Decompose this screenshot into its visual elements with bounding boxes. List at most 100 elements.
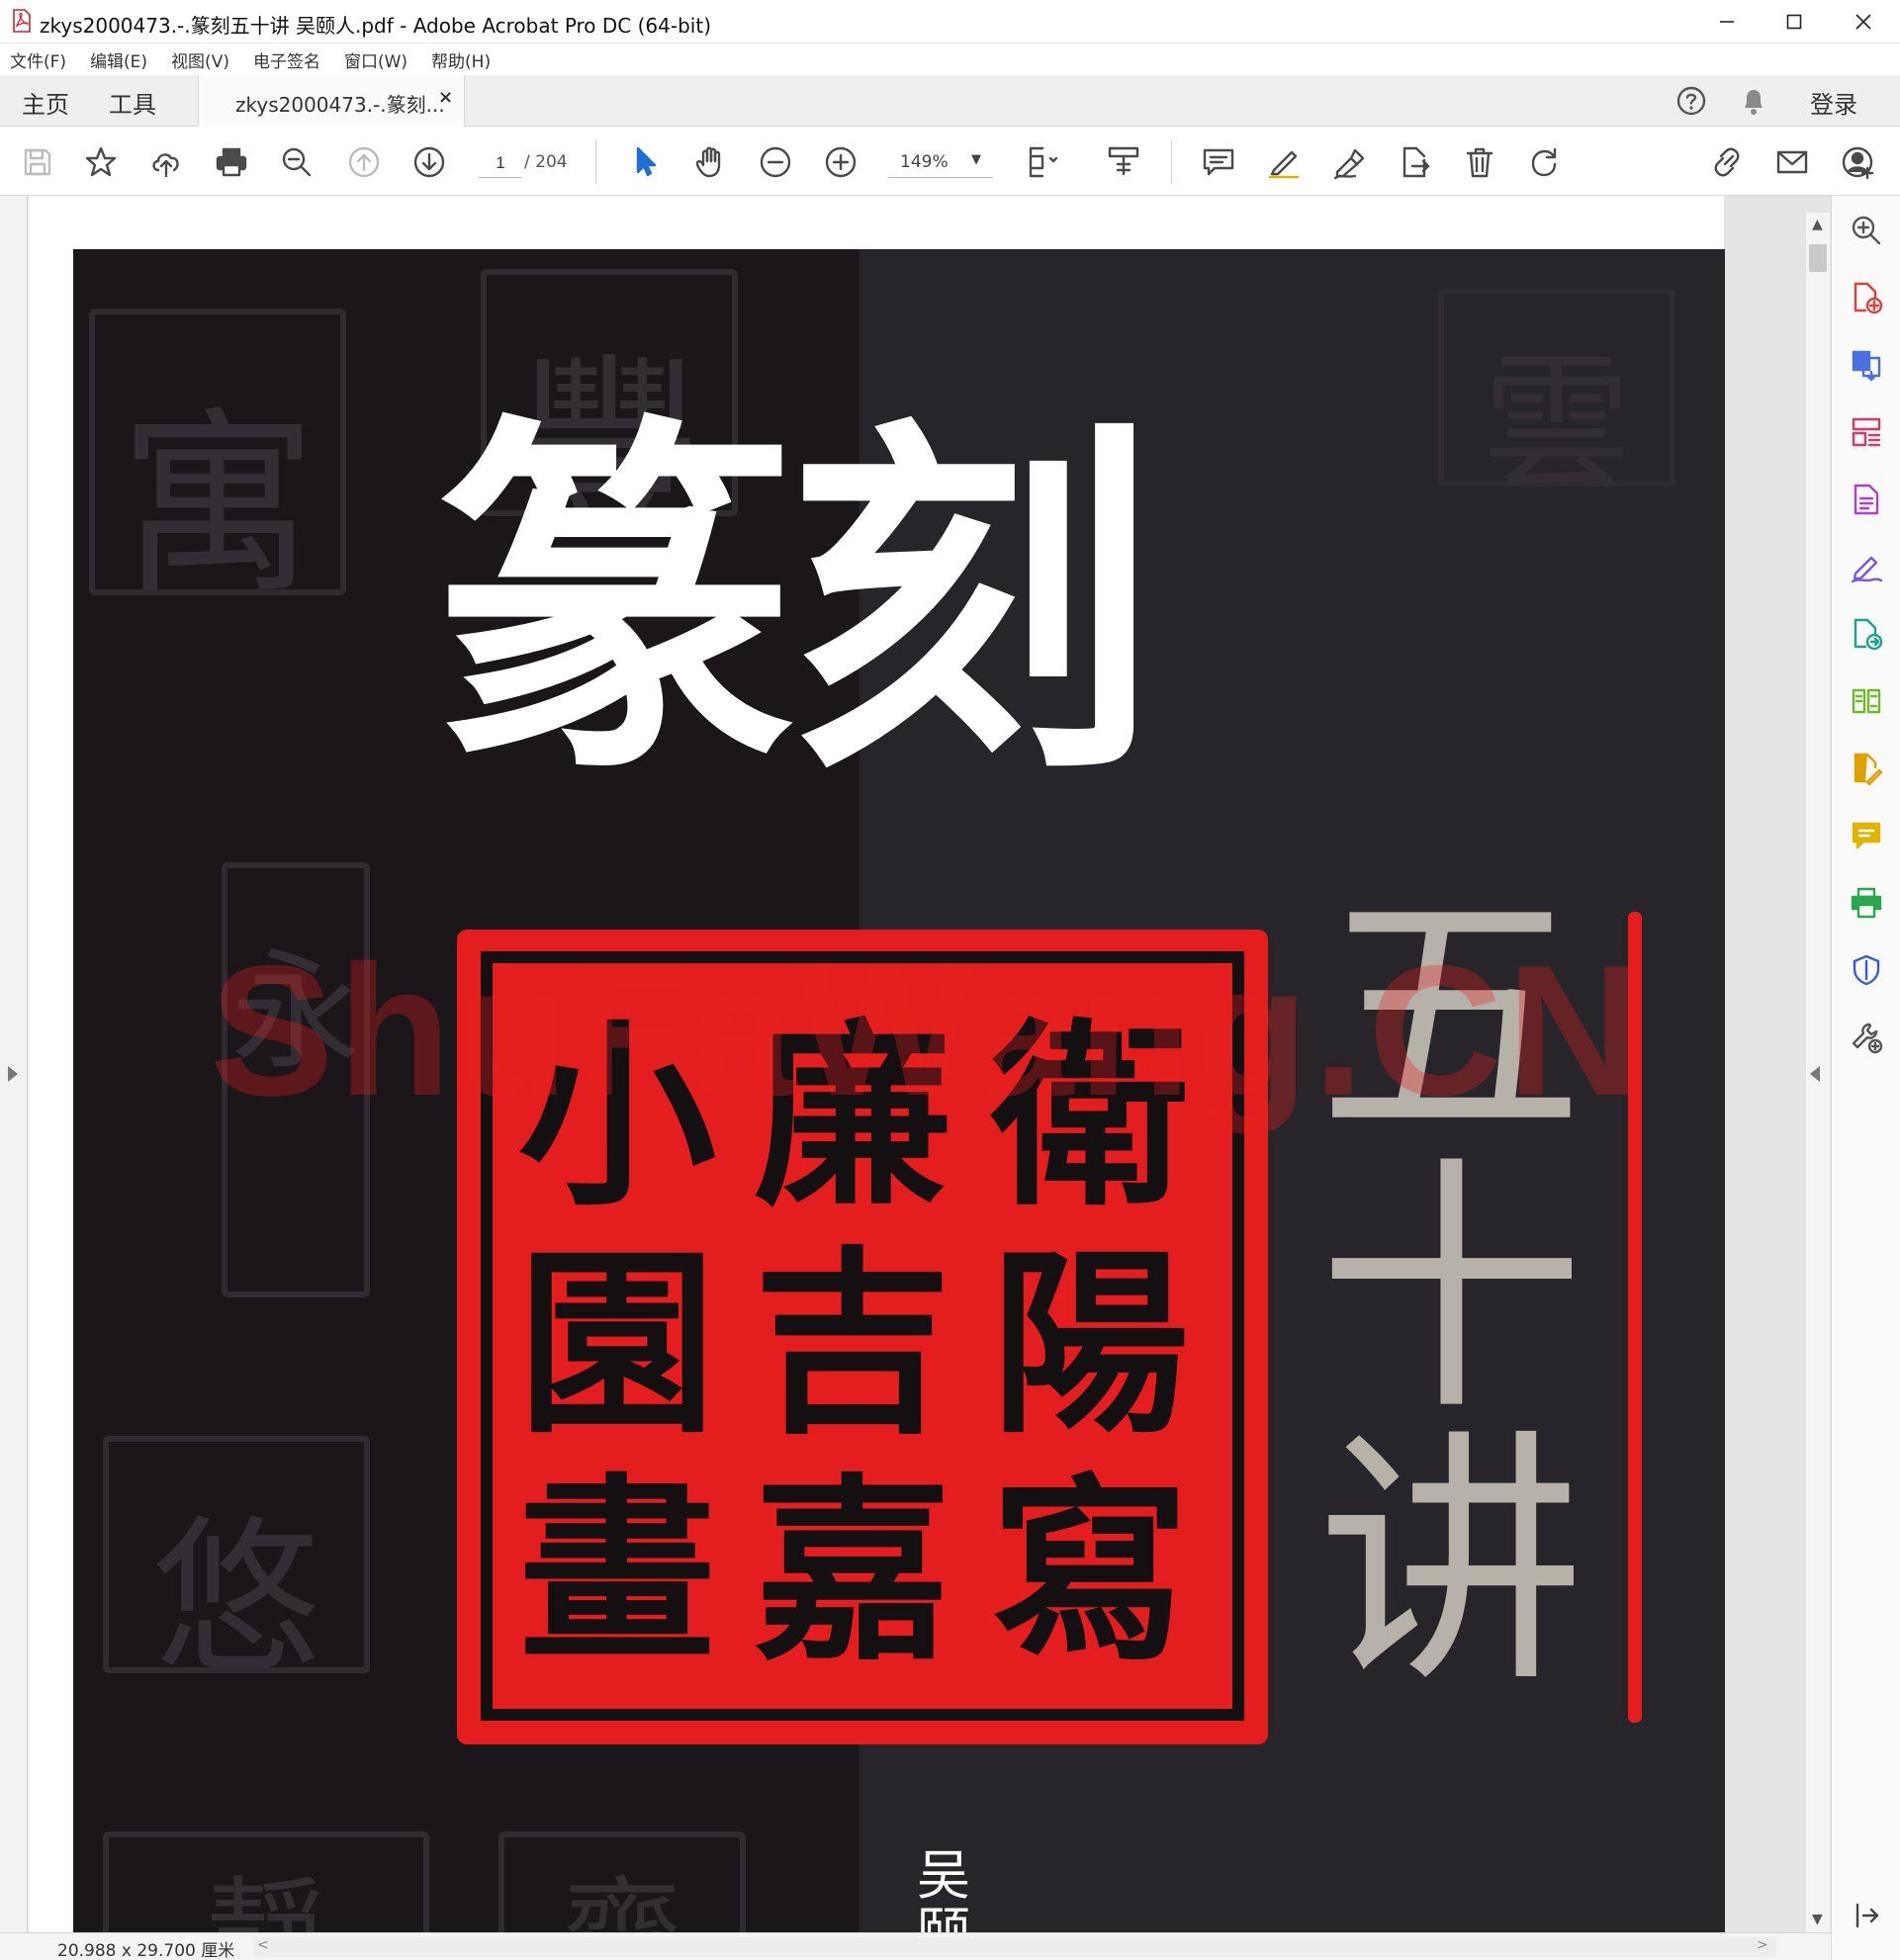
sign-button[interactable]: [1329, 142, 1369, 182]
scroll-thumb[interactable]: [1809, 244, 1827, 272]
login-link[interactable]: 登录: [1810, 85, 1857, 120]
faint-seal: 靜: [103, 1831, 429, 1932]
faint-seal-glyph: 齋: [504, 1837, 740, 1932]
minimize-button[interactable]: [1693, 0, 1761, 44]
close-tab-icon[interactable]: ×: [438, 87, 453, 108]
delete-button[interactable]: [1460, 142, 1499, 182]
tab-tools[interactable]: 工具: [109, 85, 156, 120]
save-button[interactable]: [18, 142, 57, 182]
main-toolbar: / 204 149% ▼: [0, 127, 1900, 196]
zoom-out-icon: [760, 146, 791, 178]
more-tools-icon: [1852, 1023, 1883, 1054]
tool-comment[interactable]: [1848, 817, 1885, 854]
comment-tool-icon: [1852, 822, 1881, 849]
tool-edit-pdf[interactable]: [1848, 750, 1885, 787]
cover-title: 篆刻: [431, 394, 1155, 819]
zoom-out-button[interactable]: [756, 142, 795, 182]
collapse-right-icon[interactable]: [1810, 1066, 1820, 1082]
maximize-button[interactable]: [1761, 0, 1828, 44]
previous-page-button[interactable]: [344, 142, 384, 182]
toolbar-divider: [595, 140, 596, 184]
scroll-down-icon[interactable]: ▼: [1812, 1912, 1823, 1927]
scroll-right-icon[interactable]: >: [1757, 1937, 1768, 1953]
tool-combine-files[interactable]: [1848, 346, 1885, 384]
tab-home[interactable]: 主页: [22, 85, 69, 120]
scroll-mode-button[interactable]: [1104, 142, 1143, 182]
status-bar: 20.988 x 29.700 厘米 < >: [0, 1932, 1831, 1960]
faint-seal-glyph: 雲: [1482, 339, 1631, 511]
select-tool-button[interactable]: [625, 142, 665, 182]
menu-esign[interactable]: 电子签名: [253, 47, 320, 72]
page-total: / 204: [524, 152, 568, 172]
share-link-button[interactable]: [1707, 142, 1747, 182]
page-number-input[interactable]: [479, 148, 522, 178]
scroll-left-icon[interactable]: <: [257, 1937, 269, 1953]
page-size-readout: 20.988 x 29.700 厘米: [57, 1941, 235, 1960]
tab-document[interactable]: zkys2000473.-.篆刻... ×: [198, 75, 465, 127]
next-page-button[interactable]: [409, 142, 449, 182]
highlight-button[interactable]: [1264, 142, 1304, 182]
print-button[interactable]: [212, 142, 251, 182]
close-window-button[interactable]: [1830, 0, 1897, 44]
prev-page-icon: [348, 146, 380, 178]
title-bar: zkys2000473.-.篆刻五十讲 吴颐人.pdf - Adobe Acro…: [0, 0, 1900, 44]
tool-print-production[interactable]: [1848, 884, 1885, 922]
seal-glyph: 寫: [991, 1456, 1190, 1688]
faint-seal-glyph: 靜: [109, 1837, 423, 1932]
faint-seal: 雲: [1438, 289, 1675, 511]
close-icon: [1855, 14, 1871, 30]
help-icon[interactable]: [1675, 85, 1707, 117]
zoom-select[interactable]: 149% ▼: [888, 148, 993, 178]
tool-compare-files[interactable]: [1848, 682, 1885, 720]
rotate-button[interactable]: [1525, 142, 1565, 182]
organize-pages-icon: [1852, 417, 1881, 447]
menu-edit[interactable]: 编辑(E): [90, 47, 147, 72]
tool-more-tools[interactable]: [1848, 1019, 1885, 1056]
menu-help[interactable]: 帮助(H): [431, 47, 491, 72]
tool-zoom-search[interactable]: [1848, 212, 1885, 249]
maximize-icon: [1786, 14, 1802, 30]
zoom-in-button[interactable]: [821, 142, 860, 182]
seal-glyph: 嘉: [754, 1456, 952, 1688]
left-pane-toggle[interactable]: [0, 196, 28, 1932]
toolbar-divider: [1171, 140, 1172, 184]
export-pdf-icon: [1854, 484, 1879, 515]
menu-view[interactable]: 视图(V): [171, 47, 229, 72]
watermark: ShuFaWang.CN: [210, 927, 1645, 1134]
faint-seal: 寓: [89, 309, 346, 621]
tool-fill-sign[interactable]: [1848, 548, 1885, 585]
add-user-button[interactable]: [1838, 142, 1877, 182]
find-button[interactable]: [277, 142, 317, 182]
fit-page-button[interactable]: [1021, 142, 1060, 182]
faint-seal-glyph: 悠: [151, 1501, 320, 1697]
tool-protect[interactable]: [1848, 951, 1885, 989]
tool-organize-pages[interactable]: [1848, 413, 1885, 451]
tool-send-review[interactable]: [1848, 615, 1885, 653]
cover-author: 吴颐: [917, 1844, 970, 1932]
comment-button[interactable]: [1199, 142, 1238, 182]
book-cover: 寓 豐 永 悠 靜 齋 雲 篆刻 小 園 畫 廉 吉 嘉 衛 陽 寫 五十讲 吴…: [73, 249, 1725, 1932]
tab-bar: 主页 工具 zkys2000473.-.篆刻... × 登录: [0, 75, 1900, 127]
document-viewport[interactable]: 寓 豐 永 悠 靜 齋 雲 篆刻 小 園 畫 廉 吉 嘉 衛 陽 寫 五十讲 吴…: [0, 196, 1831, 1932]
star-icon: [85, 146, 117, 177]
document-tab-label: zkys2000473.-.篆刻...: [235, 93, 445, 117]
hand-tool-button[interactable]: [690, 142, 730, 182]
export-button[interactable]: [1395, 142, 1434, 182]
seal-glyph: 陽: [991, 1228, 1190, 1461]
zoom-in-icon: [825, 146, 857, 178]
tools-pane: [1831, 196, 1900, 1960]
export-icon: [1402, 146, 1430, 178]
horizontal-scrollbar[interactable]: < >: [253, 1937, 1776, 1957]
cloud-upload-button[interactable]: [146, 142, 186, 182]
menu-file[interactable]: 文件(F): [10, 47, 66, 72]
scroll-up-icon[interactable]: ▲: [1812, 217, 1823, 232]
tool-create-pdf[interactable]: [1848, 279, 1885, 316]
bookmark-button[interactable]: [81, 142, 121, 182]
collapse-pane-icon: [1855, 1903, 1879, 1928]
create-pdf-icon: [1854, 282, 1883, 314]
menu-window[interactable]: 窗口(W): [344, 47, 407, 72]
email-button[interactable]: [1772, 142, 1812, 182]
tool-export-pdf[interactable]: [1848, 481, 1885, 518]
bell-icon[interactable]: [1739, 85, 1768, 117]
collapse-tools-pane-button[interactable]: [1848, 1897, 1885, 1934]
